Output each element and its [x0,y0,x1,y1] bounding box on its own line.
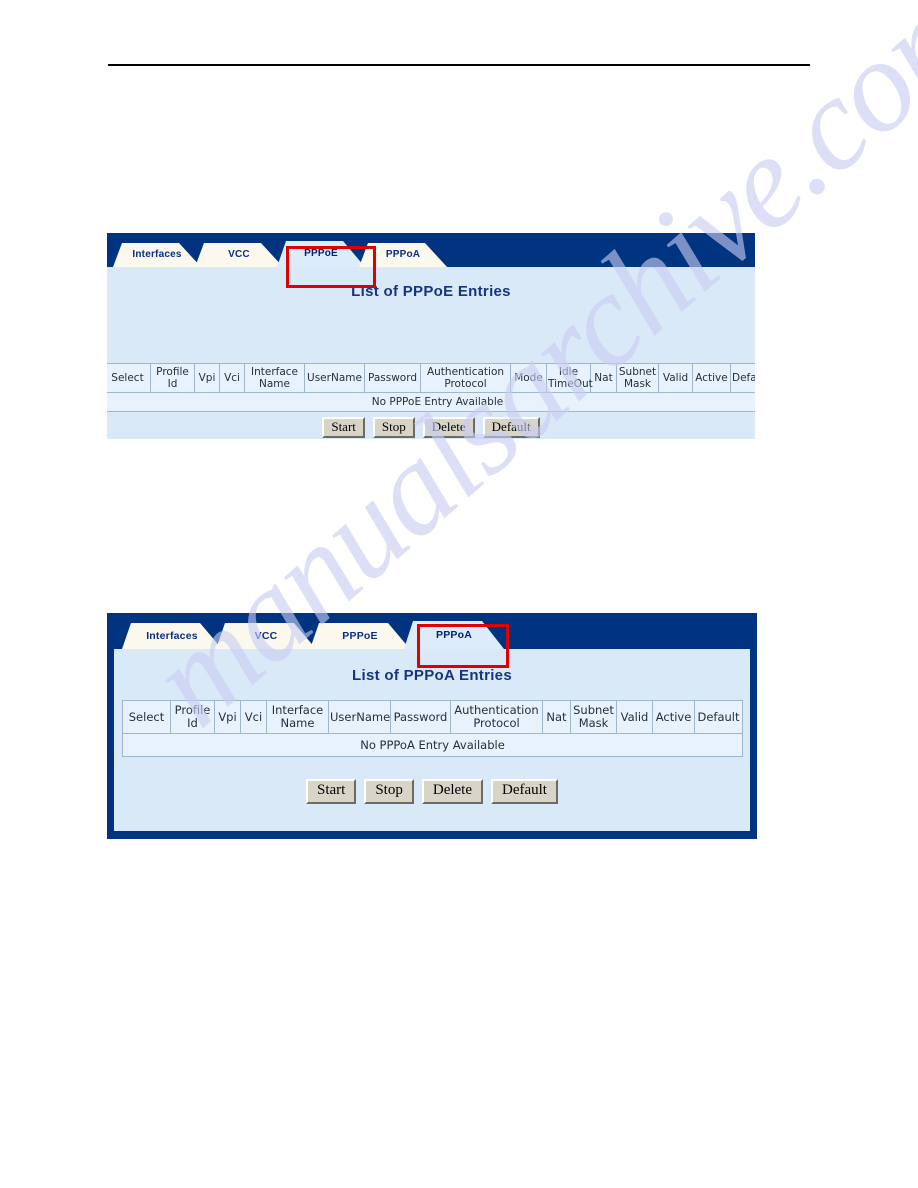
tab-pppoa[interactable]: PPPoA [359,243,447,267]
pppoe-button-row: Start Stop Delete Default [107,417,755,438]
col-valid: Valid [658,363,693,393]
col-nat: Nat [590,363,617,393]
col-username: UserName [304,363,365,393]
col-default: Default [730,363,755,393]
delete-button[interactable]: Delete [422,417,475,438]
col-vpi: Vpi [194,363,220,393]
page-watermark: manualsarchive.com [0,0,918,1188]
tab-pppoa[interactable]: PPPoA [404,621,504,649]
pppoa-empty-message: No PPPoA Entry Available [122,733,743,757]
pppoa-page-title: List of PPPoA Entries [352,667,512,684]
col-subnet-mask: Subnet Mask [616,363,659,393]
col-active: Active [692,363,731,393]
col-vci: Vci [219,363,245,393]
col-select: Select [122,700,171,734]
col-default: Default [694,700,743,734]
default-button[interactable]: Default [482,417,540,438]
start-button[interactable]: Start [306,779,357,804]
delete-button[interactable]: Delete [421,779,483,804]
col-select: Select [107,363,151,393]
default-button[interactable]: Default [491,779,558,804]
tab-interfaces[interactable]: Interfaces [113,243,201,267]
col-authentication-protocol: Authentication Protocol [450,700,543,734]
pppoe-page-title: List of PPPoE Entries [351,283,511,300]
col-subnet-mask: Subnet Mask [570,700,617,734]
stop-button[interactable]: Stop [372,417,415,438]
pppoa-table-wrap: Select Profile Id Vpi Vci Interface Name… [122,700,743,757]
col-idle-timeout: Idle TimeOut [546,363,593,393]
col-interface-name: Interface Name [244,363,305,393]
pppoe-panel-body: List of PPPoE Entries Select Profile Id … [107,267,755,439]
col-interface-name: Interface Name [266,700,329,734]
stop-button[interactable]: Stop [364,779,414,804]
pppoe-empty-message: No PPPoE Entry Available [107,392,755,412]
col-profile-id: Profile Id [150,363,195,393]
col-mode: Mode [510,363,547,393]
pppoa-empty-row: No PPPoA Entry Available [122,733,743,757]
pppoa-button-row: Start Stop Delete Default [114,779,750,804]
pppoa-entries-table: Select Profile Id Vpi Vci Interface Name… [122,700,743,757]
col-password: Password [390,700,451,734]
pppoe-header-row: Select Profile Id Vpi Vci Interface Name… [107,363,755,393]
pppoe-table-wrap: Select Profile Id Vpi Vci Interface Name… [107,363,755,412]
tab-pppoe[interactable]: PPPoE [277,241,365,267]
pppoa-header-row: Select Profile Id Vpi Vci Interface Name… [122,700,743,734]
pppoa-panel-body: List of PPPoA Entries Select Profile Id … [114,649,750,831]
col-password: Password [364,363,421,393]
pppoe-entries-table: Select Profile Id Vpi Vci Interface Name… [107,363,755,412]
col-profile-id: Profile Id [170,700,215,734]
col-username: UserName [328,700,391,734]
col-nat: Nat [542,700,571,734]
pppoa-screenshot-panel: Interfaces VCC PPPoE PPPoA List of PPPoA… [107,613,757,839]
pppoe-empty-row: No PPPoE Entry Available [107,392,755,412]
page-header-rule [108,64,810,66]
tab-pppoe[interactable]: PPPoE [310,623,410,649]
start-button[interactable]: Start [322,417,365,438]
pppoa-tabstrip: Interfaces VCC PPPoE PPPoA [114,613,750,649]
tab-vcc[interactable]: VCC [195,243,283,267]
col-authentication-protocol: Authentication Protocol [420,363,511,393]
pppoe-screenshot-panel: Interfaces VCC PPPoE PPPoA List of PPPoE… [107,233,755,439]
col-active: Active [652,700,695,734]
col-vci: Vci [240,700,267,734]
tab-vcc[interactable]: VCC [216,623,316,649]
col-valid: Valid [616,700,653,734]
tab-interfaces[interactable]: Interfaces [122,623,222,649]
pppoe-tabstrip: Interfaces VCC PPPoE PPPoA [107,233,755,267]
col-vpi: Vpi [214,700,241,734]
